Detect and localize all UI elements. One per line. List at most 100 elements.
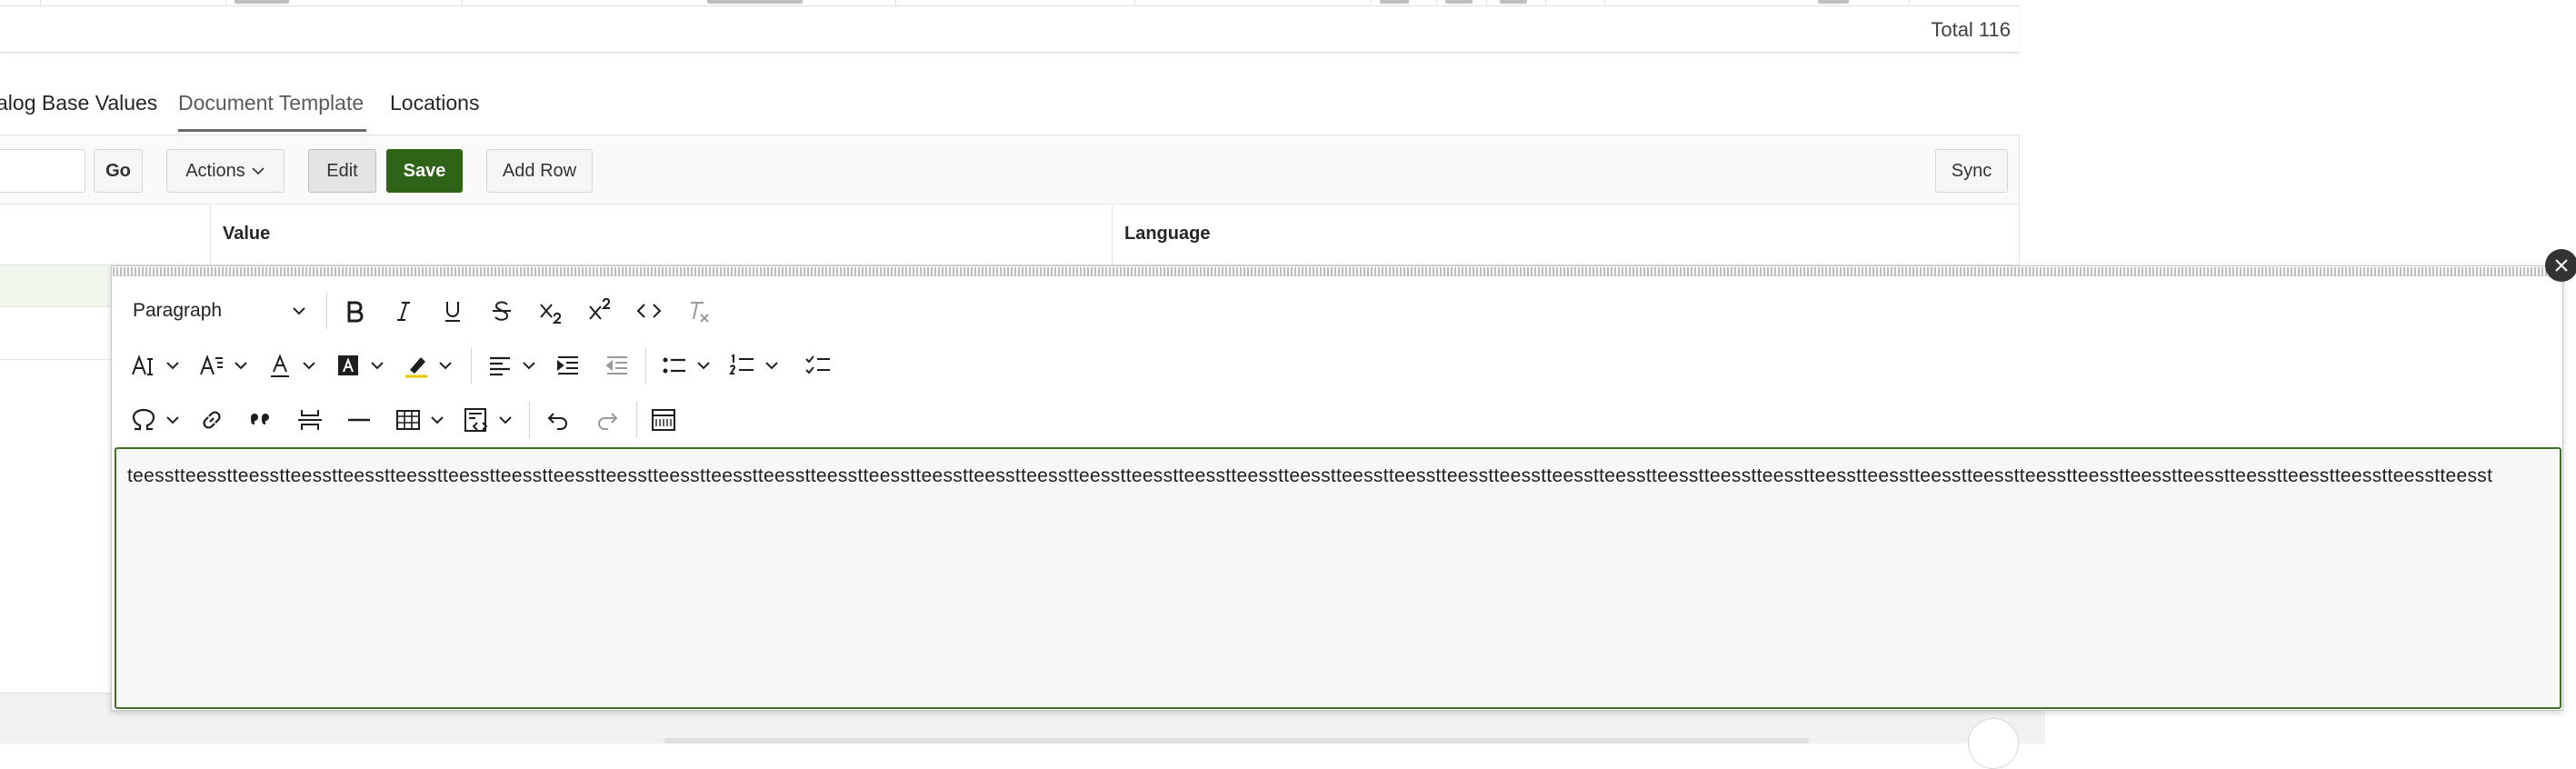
background-color-button[interactable] (330, 347, 366, 384)
insert-template-button[interactable] (458, 402, 494, 438)
table-row (0, 0, 2020, 6)
table-row[interactable] (0, 265, 113, 307)
chevron-down-icon (371, 362, 384, 370)
chevron-down-icon (439, 362, 452, 370)
strikethrough-icon (493, 301, 511, 321)
underline-button[interactable] (434, 293, 471, 329)
page-break-button[interactable] (292, 402, 328, 438)
horizontal-scrollbar[interactable] (664, 738, 1809, 744)
todo-list-button[interactable] (800, 347, 836, 384)
chevron-down-icon (252, 167, 265, 175)
redo-button[interactable] (589, 402, 625, 438)
font-color-button[interactable] (262, 347, 298, 384)
insert-template-icon (464, 408, 488, 432)
redo-icon (598, 413, 618, 430)
code-icon (636, 304, 662, 318)
insert-table-button[interactable] (390, 402, 426, 438)
numbered-list-icon (729, 354, 754, 375)
chevron-down-icon (293, 307, 305, 315)
italic-icon (397, 302, 410, 321)
edit-button[interactable]: Edit (308, 149, 376, 193)
previous-grid-footer: Total 116 (0, 0, 2020, 53)
chevron-down-icon (431, 416, 444, 424)
indent-button[interactable] (550, 347, 586, 384)
undo-icon (547, 413, 567, 430)
bold-icon (347, 301, 364, 323)
chevron-down-icon (523, 362, 535, 370)
special-characters-icon (132, 408, 155, 431)
grid-column-header (0, 205, 2019, 265)
align-icon (490, 356, 510, 376)
tab-catalog-base-values[interactable]: alog Base Values (0, 91, 157, 115)
outdent-icon (605, 356, 627, 375)
chevron-down-icon (499, 416, 512, 424)
source-editing-icon (652, 409, 675, 431)
superscript-icon (589, 297, 610, 320)
subscript-icon (540, 304, 561, 324)
italic-button[interactable] (385, 293, 422, 329)
add-row-button[interactable]: Add Row (486, 149, 593, 193)
horizontal-line-icon (348, 418, 370, 422)
source-editing-button[interactable] (645, 402, 682, 438)
chevron-down-icon (697, 362, 710, 370)
bold-button[interactable] (336, 293, 373, 329)
active-tab-indicator (178, 129, 366, 132)
tab-locations[interactable]: Locations (390, 91, 479, 115)
clear-formatting-button[interactable] (680, 293, 716, 329)
font-size-icon (132, 355, 153, 375)
indent-icon (557, 356, 578, 375)
background-color-icon (338, 355, 358, 375)
table-row[interactable] (0, 307, 113, 360)
undo-button[interactable] (540, 402, 576, 438)
table-icon (396, 410, 420, 430)
scroll-to-top-button[interactable] (1968, 718, 2019, 769)
editor-text[interactable]: teesstteesstteesstteesstteesstteessttees… (127, 465, 2492, 487)
total-count: Total 116 (1931, 18, 2011, 41)
horizontal-line-button[interactable] (341, 402, 377, 438)
column-header-value[interactable]: Value (223, 224, 270, 245)
numbered-list-button[interactable] (724, 347, 761, 384)
font-color-icon (271, 354, 289, 377)
chevron-down-icon (765, 362, 778, 370)
clear-formatting-icon (691, 302, 709, 323)
code-button[interactable] (631, 293, 667, 329)
highlight-icon (405, 357, 427, 378)
save-button[interactable]: Save (386, 149, 463, 193)
actions-label: Actions (185, 160, 245, 181)
link-icon (203, 411, 221, 429)
superscript-button[interactable] (582, 293, 618, 329)
column-header-language[interactable]: Language (1124, 224, 1210, 245)
text-align-button[interactable] (482, 347, 518, 384)
chevron-down-icon (303, 362, 315, 370)
font-size-button[interactable] (125, 347, 162, 384)
grid-toolbar (0, 135, 2019, 205)
paragraph-format-dropdown[interactable]: Paragraph (129, 293, 311, 329)
chevron-down-icon (166, 362, 179, 370)
close-button[interactable] (2545, 249, 2576, 282)
line-height-button[interactable] (194, 347, 230, 384)
blockquote-button[interactable] (243, 402, 279, 438)
line-height-icon (200, 355, 223, 375)
actions-menu-button[interactable]: Actions (166, 149, 285, 193)
outdent-button[interactable] (599, 347, 635, 384)
underline-icon (445, 302, 460, 322)
close-icon (2555, 259, 2568, 272)
todo-list-icon (805, 355, 830, 375)
format-select-value: Paragraph (133, 300, 223, 321)
special-characters-button[interactable] (125, 402, 162, 438)
blockquote-icon (251, 414, 269, 424)
bulleted-list-icon (663, 357, 685, 374)
tab-document-template[interactable]: Document Template (178, 91, 364, 115)
bulleted-list-button[interactable] (656, 347, 693, 384)
resize-grip[interactable] (113, 267, 2561, 276)
sync-button[interactable]: Sync (1935, 149, 2008, 193)
subscript-button[interactable] (533, 293, 569, 329)
go-button[interactable]: Go (94, 149, 143, 193)
strikethrough-button[interactable] (484, 293, 520, 329)
link-button[interactable] (194, 402, 230, 438)
search-input[interactable] (0, 149, 85, 193)
chevron-down-icon (235, 362, 247, 370)
page-break-icon (298, 410, 322, 430)
chevron-down-icon (166, 416, 179, 424)
highlight-button[interactable] (398, 347, 434, 384)
